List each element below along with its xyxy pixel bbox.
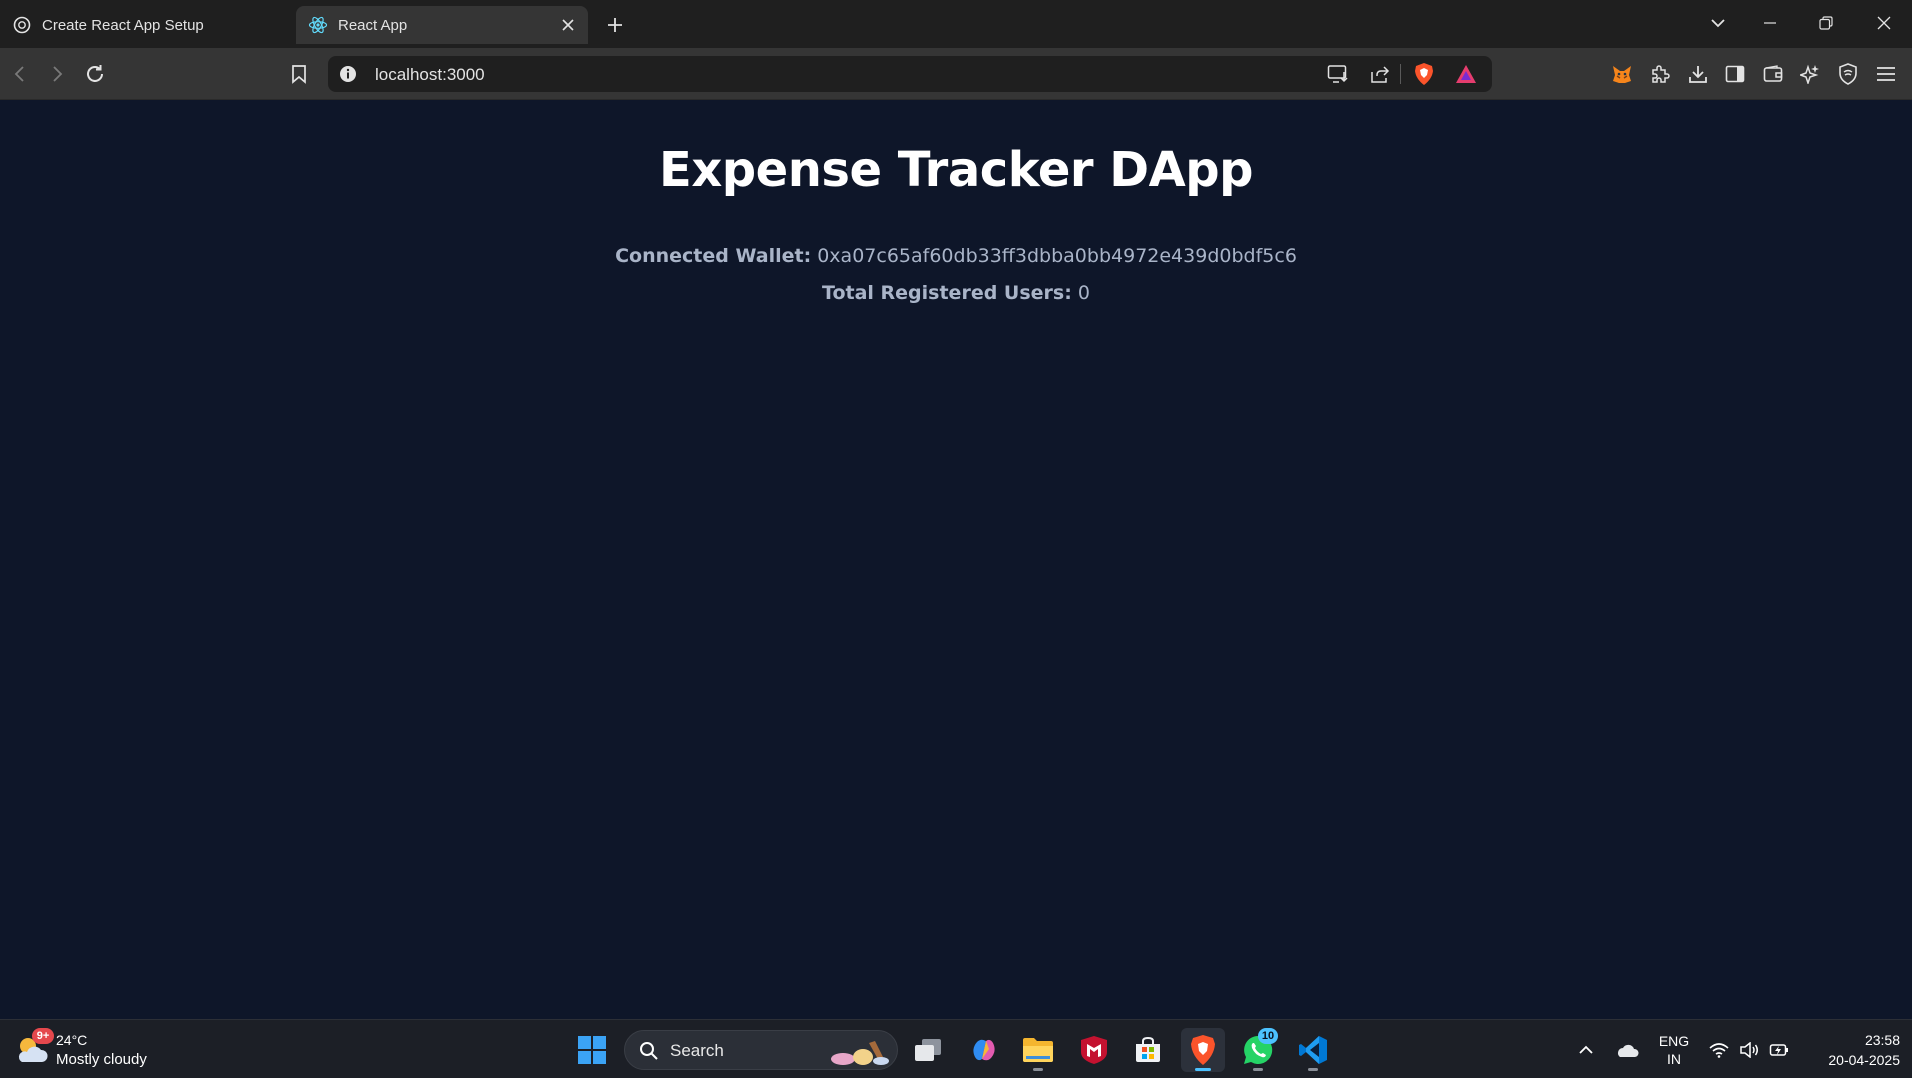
address-bar-url: localhost:3000 — [375, 65, 485, 84]
forward-arrow-icon[interactable] — [41, 58, 73, 90]
wallet-label: Connected Wallet: — [615, 245, 812, 267]
site-info-icon[interactable] — [338, 64, 358, 84]
folder-icon — [1023, 1038, 1053, 1062]
brave-rewards-icon[interactable] — [1452, 60, 1480, 88]
back-arrow-icon[interactable] — [4, 58, 36, 90]
brave-shields-icon[interactable] — [1410, 60, 1438, 88]
wallet-icon[interactable] — [1757, 58, 1789, 90]
users-count: 0 — [1077, 282, 1090, 304]
address-bar[interactable]: localhost:3000 — [328, 56, 1492, 92]
mcafee-app[interactable] — [1072, 1028, 1116, 1072]
windows-logo-icon — [578, 1036, 606, 1064]
vpn-shield-icon[interactable] — [1832, 58, 1864, 90]
browser-toolbar: localhost:3000 — [0, 48, 1912, 100]
taskbar-search[interactable]: Search — [624, 1030, 898, 1070]
minimize-window-icon[interactable] — [1750, 8, 1790, 38]
search-icon — [640, 1042, 658, 1060]
onedrive-cloud-icon[interactable] — [1614, 1028, 1640, 1072]
tab-title: Create React App Setup — [42, 16, 204, 34]
bookmark-icon[interactable] — [283, 58, 315, 90]
tab-title: React App — [338, 16, 408, 34]
copilot-app[interactable] — [962, 1028, 1006, 1072]
menu-hamburger-icon[interactable] — [1870, 58, 1902, 90]
sidebar-toggle-icon[interactable] — [1719, 58, 1751, 90]
new-tab-button[interactable] — [602, 12, 628, 38]
wifi-icon[interactable] — [1708, 1028, 1730, 1072]
install-app-icon[interactable] — [1324, 60, 1352, 88]
leo-ai-sparkle-icon[interactable] — [1794, 58, 1826, 90]
weather-widget[interactable]: 9+ 24°C Mostly cloudy — [14, 1028, 174, 1072]
reload-icon[interactable] — [79, 58, 111, 90]
active-indicator — [1195, 1068, 1211, 1071]
registered-users-line: Total Registered Users: 0 — [0, 282, 1912, 304]
whatsapp-unread-badge: 10 — [1258, 1028, 1278, 1044]
start-button[interactable] — [570, 1028, 614, 1072]
close-tab-icon[interactable] — [558, 15, 578, 35]
address-bar-divider — [1400, 64, 1401, 84]
weather-temperature: 24°C — [56, 1032, 88, 1048]
battery-charging-icon[interactable] — [1768, 1028, 1792, 1072]
vscode-icon — [1299, 1036, 1327, 1064]
close-window-icon[interactable] — [1864, 8, 1904, 38]
system-clock[interactable]: 23:58 20-04-2025 — [1806, 1030, 1900, 1070]
users-label: Total Registered Users: — [822, 282, 1072, 304]
mcafee-shield-icon — [1081, 1036, 1107, 1064]
extensions-puzzle-icon[interactable] — [1644, 58, 1676, 90]
tab-create-react-app-setup[interactable]: Create React App Setup — [0, 6, 292, 44]
windows-taskbar: 9+ 24°C Mostly cloudy Search 10 ENG IN 2… — [0, 1019, 1912, 1078]
language-code: ENG — [1658, 1033, 1690, 1049]
weather-alert-badge: 9+ — [32, 1028, 54, 1044]
restore-window-icon[interactable] — [1806, 8, 1846, 38]
search-highlight-illustration-icon — [831, 1041, 889, 1065]
downloads-icon[interactable] — [1682, 58, 1714, 90]
share-icon[interactable] — [1366, 60, 1394, 88]
brave-lion-icon — [1191, 1035, 1215, 1065]
brave-browser-app[interactable] — [1181, 1028, 1225, 1072]
metamask-fox-icon[interactable] — [1606, 58, 1638, 90]
show-hidden-icons-chevron-icon[interactable] — [1576, 1028, 1596, 1072]
task-view-button[interactable] — [906, 1028, 950, 1072]
task-view-icon — [915, 1039, 941, 1061]
vscode-app[interactable] — [1291, 1028, 1335, 1072]
copilot-icon — [973, 1039, 995, 1061]
clock-date: 20-04-2025 — [1828, 1052, 1900, 1068]
tab-search-chevron-icon[interactable] — [1698, 8, 1738, 38]
language-region: IN — [1667, 1051, 1681, 1067]
running-indicator — [1033, 1068, 1043, 1071]
weather-condition: Mostly cloudy — [56, 1051, 147, 1068]
running-indicator — [1253, 1068, 1263, 1071]
running-indicator — [1308, 1068, 1318, 1071]
whatsapp-app[interactable]: 10 — [1236, 1028, 1280, 1072]
wallet-address: 0xa07c65af60db33ff3dbba0bb4972e439d0bdf5… — [817, 245, 1297, 267]
browser-tab-strip: Create React App Setup React App — [0, 0, 1912, 48]
search-placeholder: Search — [670, 1041, 724, 1060]
tab-react-app[interactable]: React App — [296, 6, 588, 44]
volume-icon[interactable] — [1738, 1028, 1760, 1072]
file-explorer-app[interactable] — [1016, 1028, 1060, 1072]
chatgpt-favicon-icon — [12, 15, 32, 35]
connected-wallet-line: Connected Wallet: 0xa07c65af60db33ff3dbb… — [0, 245, 1912, 267]
react-favicon-icon — [308, 15, 328, 35]
page-content: Expense Tracker DApp Connected Wallet: 0… — [0, 100, 1912, 1019]
page-title: Expense Tracker DApp — [659, 142, 1253, 198]
microsoft-store-app[interactable] — [1126, 1028, 1170, 1072]
clock-time: 23:58 — [1864, 1032, 1900, 1048]
language-indicator[interactable]: ENG IN — [1652, 1032, 1696, 1068]
store-bag-icon — [1136, 1036, 1160, 1062]
